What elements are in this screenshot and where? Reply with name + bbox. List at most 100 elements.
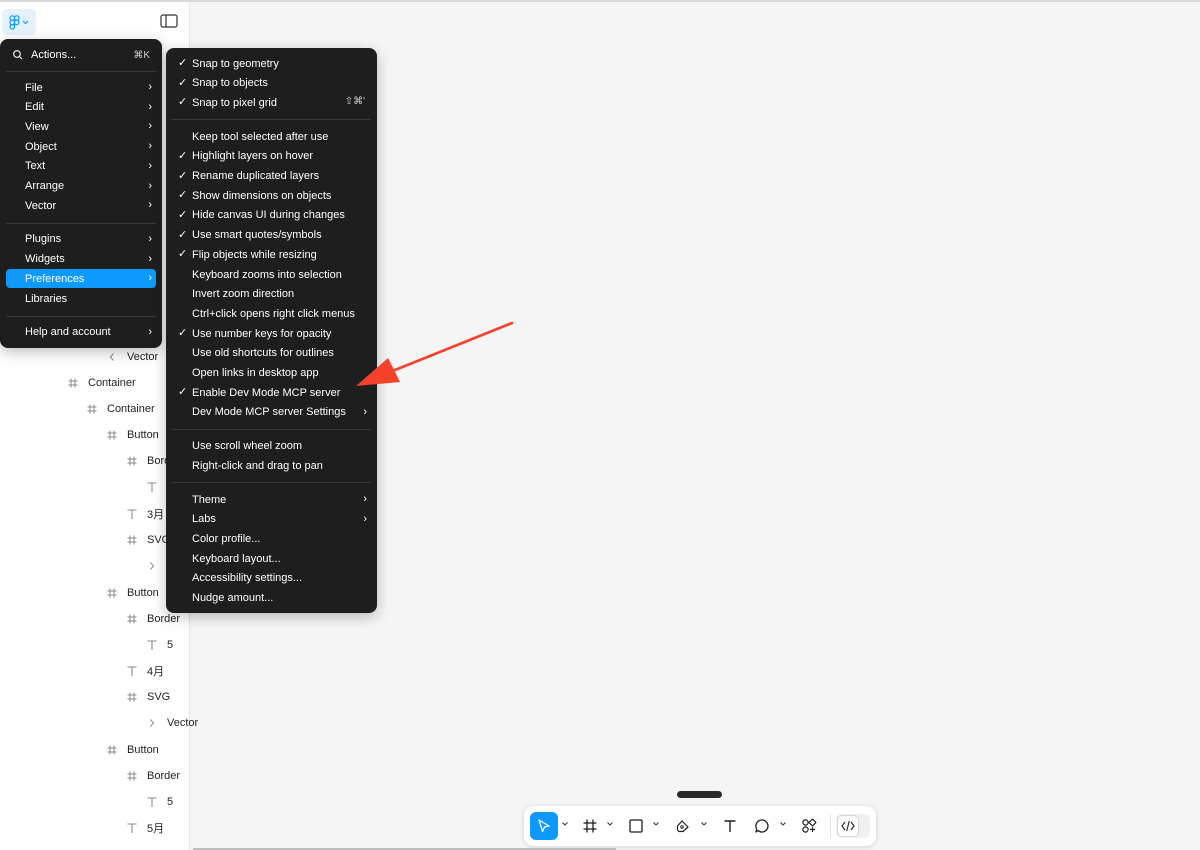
pen-tool-chevron-icon[interactable] — [700, 820, 708, 828]
chevron-left-icon — [105, 350, 119, 364]
layer-row[interactable]: Vector — [145, 714, 198, 732]
preferences-submenu: ✓ Snap to geometry ✓ Snap to objects ✓ Snap t… — [166, 48, 377, 613]
layer-label: Vector — [167, 717, 199, 729]
text-icon — [125, 821, 139, 835]
dev-mode-knob — [837, 815, 859, 837]
layer-label: Button — [127, 744, 159, 756]
pen-tool[interactable] — [673, 812, 693, 840]
annotation-arrow-icon — [356, 321, 514, 386]
pref-item-use-old-shortcuts-for-outlines[interactable]: Use old shortcuts for outlines — [172, 344, 371, 363]
pref-item-keep-tool-selected-after-use[interactable]: Keep tool selected after use — [172, 127, 371, 146]
frame-tool-chevron-icon[interactable] — [606, 820, 614, 828]
text-icon — [145, 795, 159, 809]
main-menu-item-label: Arrange — [25, 180, 65, 192]
frame-tool[interactable] — [580, 812, 600, 840]
layer-row[interactable]: 5 — [145, 636, 173, 654]
layer-row[interactable]: Vector — [105, 348, 158, 366]
pref-item-snap-to-pixel-grid[interactable]: ✓ Snap to pixel grid ⇧⌘' — [172, 93, 371, 112]
text-icon — [724, 820, 736, 832]
sidebar-toggle-icon[interactable] — [160, 14, 178, 28]
main-menu-item-label: Vector — [25, 199, 57, 212]
layer-row[interactable]: 3月 — [125, 505, 164, 523]
pref-item-invert-zoom-direction[interactable]: Invert zoom direction — [172, 285, 371, 304]
actions-menu-item[interactable]: Actions... ⌘K — [6, 45, 156, 65]
toolbar-drag-handle[interactable] — [677, 791, 722, 798]
pref-item-flip-objects-while-resizing[interactable]: ✓ Flip objects while resizing — [172, 245, 371, 264]
layer-row[interactable]: Border — [125, 767, 180, 785]
pref-item-snap-to-objects[interactable]: ✓ Snap to objects — [172, 74, 371, 93]
pref-item-keyboard-layout[interactable]: Keyboard layout... — [172, 549, 371, 568]
layer-row[interactable]: Container — [66, 374, 136, 392]
pref-item-rename-duplicated-layers[interactable]: ✓ Rename duplicated layers — [172, 167, 371, 186]
pref-item-labs[interactable]: Labs › — [172, 510, 371, 529]
main-menu-item-plugins[interactable]: Plugins › — [6, 230, 156, 249]
main-menu-item-file[interactable]: File › — [6, 78, 156, 97]
pref-item-keyboard-zooms-into-selection[interactable]: Keyboard zooms into selection — [172, 265, 371, 284]
checkmark-icon: ✓ — [178, 208, 188, 221]
layer-row[interactable]: Container — [85, 400, 155, 418]
chevron-right-icon: › — [148, 232, 152, 245]
pref-item-color-profile[interactable]: Color profile... — [172, 529, 371, 548]
pref-item-accessibility-settings[interactable]: Accessibility settings... — [172, 569, 371, 588]
main-menu-item-vector[interactable]: Vector › — [6, 196, 156, 215]
pref-item-label: Nudge amount... — [192, 592, 274, 604]
pen-icon — [676, 820, 689, 833]
pref-item-label: Show dimensions on objects — [192, 189, 332, 202]
dev-mode-toggle[interactable] — [836, 814, 870, 838]
pref-item-show-dimensions-on-objects[interactable]: ✓ Show dimensions on objects — [172, 186, 371, 205]
pref-item-snap-to-geometry[interactable]: ✓ Snap to geometry — [172, 54, 371, 73]
comment-tool[interactable] — [752, 812, 772, 840]
pref-item-dev-mode-mcp-server-settings[interactable]: Dev Mode MCP server Settings › — [172, 403, 371, 422]
pref-item-theme[interactable]: Theme › — [172, 490, 371, 509]
main-menu-item-preferences[interactable]: Preferences › — [6, 269, 156, 289]
pref-item-use-number-keys-for-opacity[interactable]: ✓ Use number keys for opacity — [172, 324, 371, 343]
shape-tool[interactable] — [626, 812, 646, 840]
text-tool[interactable] — [720, 812, 740, 840]
main-menu-item-view[interactable]: View › — [6, 117, 156, 136]
layer-row[interactable]: Button — [105, 584, 159, 602]
chevron-right-icon: › — [363, 405, 367, 418]
pref-item-ctrl-click-opens-right-click-menus[interactable]: Ctrl+click opens right click menus — [172, 304, 371, 323]
actions-shortcut: ⌘K — [133, 49, 150, 61]
pref-item-use-scroll-wheel-zoom[interactable]: Use scroll wheel zoom — [172, 437, 371, 456]
actions-label: Actions... — [31, 49, 77, 61]
main-menu-item-widgets[interactable]: Widgets › — [6, 250, 156, 269]
layer-row[interactable]: Button — [105, 426, 159, 444]
move-tool-chevron-icon[interactable] — [561, 820, 569, 828]
layer-row[interactable]: SVG — [125, 688, 170, 706]
layer-row[interactable]: Button — [105, 741, 159, 759]
frame-icon — [105, 586, 119, 600]
pref-item-hide-canvas-ui-during-changes[interactable]: ✓ Hide canvas UI during changes — [172, 206, 371, 225]
move-tool[interactable] — [530, 812, 558, 840]
frame-icon — [105, 428, 119, 442]
pref-item-use-smart-quotes-symbols[interactable]: ✓ Use smart quotes/symbols — [172, 226, 371, 245]
chevron-right-icon: › — [148, 140, 152, 153]
main-menu-button[interactable] — [2, 9, 36, 35]
pref-item-nudge-amount[interactable]: Nudge amount... — [172, 589, 371, 608]
layer-row[interactable]: 5 — [145, 793, 173, 811]
main-menu-item-text[interactable]: Text › — [6, 157, 156, 176]
actions-tool[interactable] — [799, 812, 819, 840]
main-menu-item-arrange[interactable]: Arrange › — [6, 177, 156, 196]
pref-item-enable-dev-mode-mcp-server[interactable]: ✓ Enable Dev Mode MCP server — [172, 383, 371, 402]
pref-item-label: Snap to objects — [192, 77, 268, 90]
layer-row[interactable]: 4月 — [125, 662, 164, 680]
chevron-right-icon — [145, 559, 159, 573]
checkmark-icon: ✓ — [178, 228, 188, 241]
pref-item-right-click-and-drag-to-pan[interactable]: Right-click and drag to pan — [172, 456, 371, 475]
layer-row[interactable]: 5月 — [125, 819, 164, 837]
pref-item-highlight-layers-on-hover[interactable]: ✓ Highlight layers on hover — [172, 147, 371, 166]
main-menu-item-help-and-account[interactable]: Help and account › — [6, 323, 156, 342]
main-menu-item-libraries[interactable]: Libraries — [6, 289, 156, 308]
main-menu-item-label: View — [25, 120, 49, 133]
layer-row[interactable]: SVG — [125, 531, 170, 549]
comment-tool-chevron-icon[interactable] — [779, 820, 787, 828]
chevron-right-icon: › — [148, 120, 152, 133]
shape-tool-chevron-icon[interactable] — [652, 820, 660, 828]
main-menu-item-edit[interactable]: Edit › — [6, 98, 156, 117]
text-icon — [125, 664, 139, 678]
main-menu-item-object[interactable]: Object › — [6, 137, 156, 156]
layer-label: Vector — [127, 351, 159, 363]
pref-item-open-links-in-desktop-app[interactable]: Open links in desktop app — [172, 364, 371, 383]
figma-logo-icon — [9, 14, 20, 30]
